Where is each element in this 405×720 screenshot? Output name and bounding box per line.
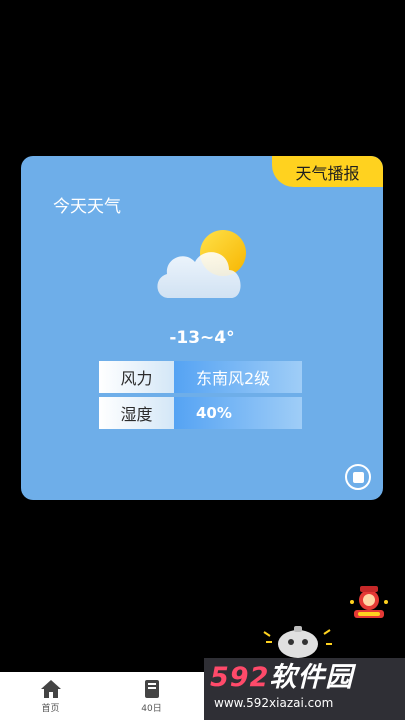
temperature-range: -13~4° bbox=[169, 328, 235, 348]
nav-item-40day[interactable]: 40日 bbox=[101, 672, 202, 720]
weather-broadcast-badge[interactable]: 天气播报 bbox=[272, 156, 383, 187]
humidity-label: 湿度 bbox=[99, 397, 174, 429]
app-screen: 天气播报 今天天气 -13~4° 风力 东南风2级 湿度 40% 首页 40日 … bbox=[0, 0, 405, 720]
stop-circle-icon bbox=[352, 471, 364, 483]
weather-card: 天气播报 今天天气 -13~4° 风力 东南风2级 湿度 40% bbox=[21, 156, 383, 500]
calendar-book-icon bbox=[144, 679, 159, 698]
wind-label: 风力 bbox=[99, 361, 174, 393]
card-title: 今天天气 bbox=[53, 197, 121, 217]
home-icon bbox=[40, 679, 61, 698]
watermark-logo: 592软件园 bbox=[210, 662, 399, 694]
wind-value: 东南风2级 bbox=[174, 361, 302, 393]
cloud-sun-icon bbox=[157, 230, 246, 298]
humidity-value: 40% bbox=[174, 397, 302, 429]
nav-label-home: 首页 bbox=[41, 703, 60, 714]
watermark-text: 软件园 bbox=[269, 662, 354, 693]
nav-label-40day: 40日 bbox=[141, 703, 162, 714]
info-row-humidity: 湿度 40% bbox=[99, 397, 302, 429]
info-row-wind: 风力 东南风2级 bbox=[99, 361, 302, 393]
mascot-icon bbox=[350, 586, 388, 618]
watermark-url: www.592xiazai.com bbox=[214, 696, 334, 710]
stop-button[interactable] bbox=[345, 464, 371, 490]
nav-item-home[interactable]: 首页 bbox=[0, 672, 101, 720]
site-watermark: 592软件园 www.592xiazai.com bbox=[204, 658, 405, 720]
watermark-number: 592 bbox=[210, 662, 270, 693]
